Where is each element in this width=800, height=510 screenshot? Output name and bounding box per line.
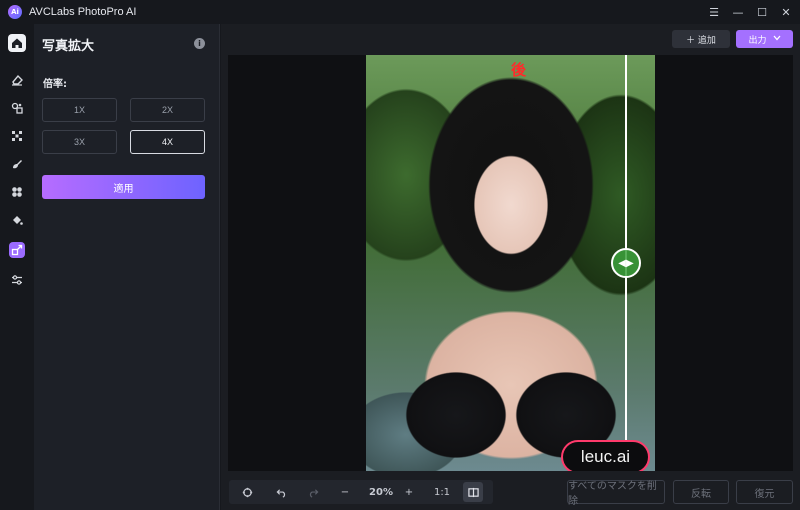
compare-handle[interactable]: ◀▶ (611, 248, 641, 278)
main-area: ＋ 追加 出力 ◀▶ 後 前 leuc.ai − 20% + 1:1 (221, 24, 800, 510)
undo-icon[interactable] (271, 480, 291, 504)
scale-label: 倍率: (43, 79, 67, 90)
info-icon[interactable]: i (194, 38, 205, 49)
scale-2x-button[interactable]: 2X (130, 98, 205, 122)
maximize-icon[interactable]: ☐ (756, 6, 768, 19)
scale-1x-button[interactable]: 1X (42, 98, 117, 122)
panel-title: 写真拡大 (42, 39, 95, 54)
object-replace-icon[interactable] (9, 100, 25, 116)
minimize-icon[interactable]: — (732, 6, 744, 19)
compare-view-icon[interactable] (463, 482, 483, 502)
window-controls: ☰ — ☐ ✕ (708, 0, 792, 24)
close-icon[interactable]: ✕ (780, 6, 792, 19)
export-label: 出力 (748, 35, 767, 46)
upscale-panel: 写真拡大 i 倍率: 1X 2X 3X 4X 適用 (34, 24, 220, 510)
brush-icon[interactable] (9, 156, 25, 172)
zoom-toolbar: − 20% + 1:1 (229, 480, 493, 504)
reset-icon[interactable] (237, 480, 257, 504)
zoom-out-button[interactable]: − (335, 480, 355, 504)
sliders-icon[interactable] (9, 272, 25, 288)
image-canvas[interactable]: ◀▶ 後 前 leuc.ai (228, 55, 793, 471)
tool-rail (0, 24, 34, 510)
chevron-down-icon (773, 34, 781, 44)
zoom-in-button[interactable]: + (399, 480, 419, 504)
preview-image: ◀▶ 後 前 (366, 55, 655, 471)
face-grid-icon[interactable] (9, 128, 25, 144)
paint-bucket-icon[interactable] (9, 212, 25, 228)
zoom-level: 20% (369, 486, 393, 498)
restore-button[interactable]: 復元 (736, 480, 793, 504)
scale-3x-button[interactable]: 3X (42, 130, 117, 154)
export-button[interactable]: 出力 (736, 30, 793, 48)
scale-4x-button[interactable]: 4X (130, 130, 205, 154)
invert-button[interactable]: 反転 (673, 480, 729, 504)
title-bar: Ai AVCLabs PhotoPro AI ☰ — ☐ ✕ (0, 0, 800, 24)
eraser-icon[interactable] (9, 72, 25, 88)
clear-masks-button[interactable]: すべてのマスクを削除 (567, 480, 665, 507)
apply-button[interactable]: 適用 (42, 175, 205, 199)
home-icon[interactable] (8, 34, 26, 52)
redo-icon[interactable] (303, 480, 323, 504)
actual-size-button[interactable]: 1:1 (429, 480, 455, 504)
after-label: 後 (511, 61, 527, 79)
upscale-icon[interactable] (9, 242, 25, 258)
menu-icon[interactable]: ☰ (708, 6, 720, 19)
app-logo-icon: Ai (8, 5, 22, 19)
watermark: leuc.ai (561, 440, 650, 471)
app-title: AVCLabs PhotoPro AI (29, 6, 137, 18)
add-button[interactable]: ＋ 追加 (672, 30, 730, 48)
fan-icon[interactable] (9, 184, 25, 200)
